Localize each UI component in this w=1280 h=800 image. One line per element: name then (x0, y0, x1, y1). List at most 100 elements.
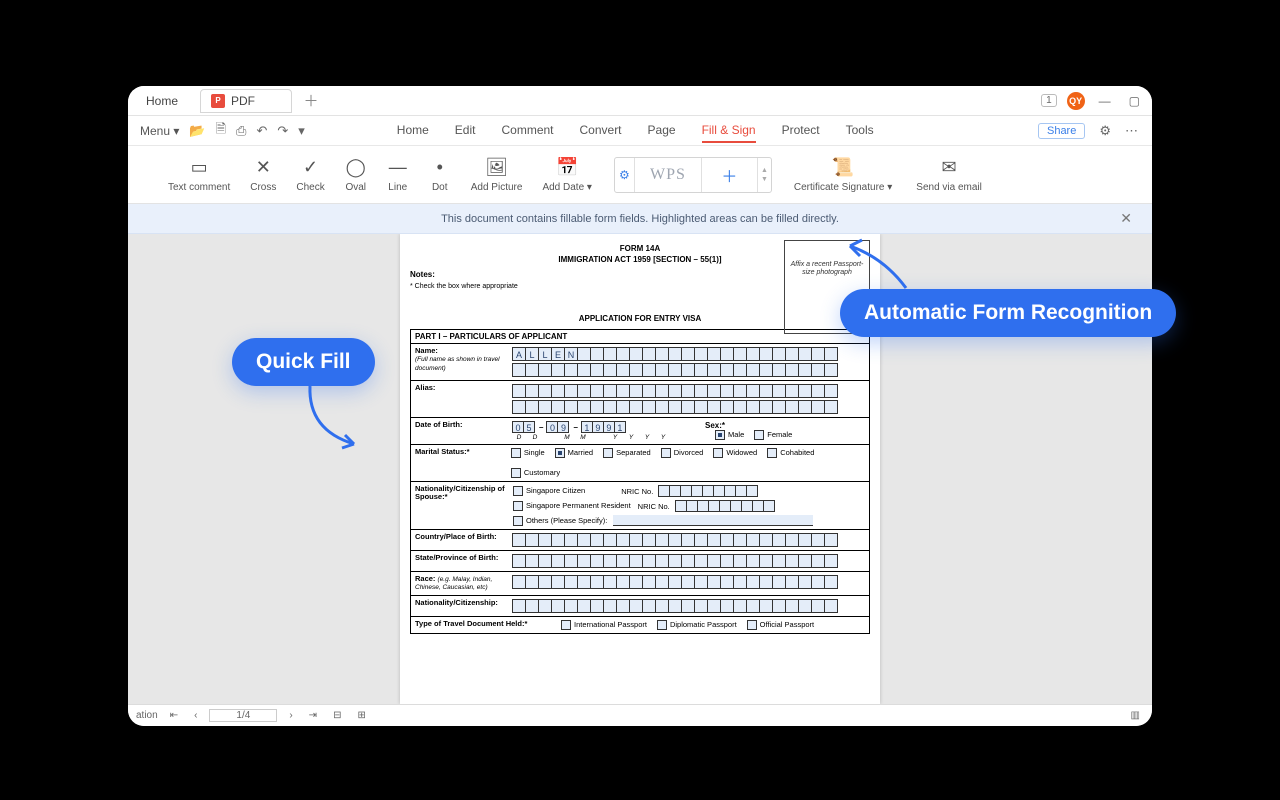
redo-icon[interactable]: ↷ (277, 123, 288, 139)
send-email-label: Send via email (916, 182, 982, 193)
name-label: Name: (Full name as shown in travel docu… (415, 347, 507, 372)
signature-preview: ⚙ WPS ＋ ▲▼ (614, 157, 772, 193)
signature-sample[interactable]: WPS (635, 166, 701, 184)
add-signature-button[interactable]: ＋ (701, 158, 757, 192)
prev-page-icon[interactable]: ‹ (190, 710, 201, 721)
spouse-opt-2[interactable]: Others (Please Specify): (513, 515, 813, 526)
option-customary[interactable]: Customary (511, 468, 560, 478)
ribbon-add-picture[interactable]: 🖼Add Picture (461, 157, 533, 193)
menu-tab-convert[interactable]: Convert (580, 119, 622, 143)
add-tab-button[interactable]: ＋ (300, 90, 322, 111)
menurow: Menu ▾ 📂 🗎 ⎙ ↶ ↷ ▾ Home Edit Comment Conver… (128, 116, 1152, 146)
print-icon[interactable]: ⎙ (236, 123, 246, 139)
close-notice-icon[interactable]: ✕ (1120, 210, 1132, 227)
last-page-icon[interactable]: ⇥ (305, 710, 321, 721)
pdf-page: Affix a recent Passport-size photograph … (400, 234, 880, 704)
status-left: ation (136, 710, 158, 721)
option-cohabited[interactable]: Cohabited (767, 448, 814, 458)
next-page-icon[interactable]: › (285, 710, 296, 721)
alias-field[interactable] (513, 384, 838, 398)
option-international-passport[interactable]: International Passport (561, 620, 647, 630)
menu-tabs: Home Edit Comment Convert Page Fill & Sign Pro… (397, 119, 874, 143)
dob-legend: DD MM YYYY (513, 434, 669, 441)
travel-label: Type of Travel Document Held:* (415, 620, 555, 628)
share-button[interactable]: Share (1038, 123, 1085, 139)
option-widowed[interactable]: Widowed (713, 448, 757, 458)
ribbon-dot[interactable]: •Dot (419, 157, 461, 193)
name-field-2[interactable] (513, 363, 838, 377)
menu-dropdown[interactable]: Menu ▾ (140, 124, 179, 138)
menu-tab-page[interactable]: Page (648, 119, 676, 143)
ribbon-check[interactable]: ✓Check (286, 157, 334, 193)
more-qat-icon[interactable]: ▾ (298, 123, 305, 139)
settings-icon[interactable]: ⚙ (1099, 123, 1111, 139)
option-single[interactable]: Single (511, 448, 545, 458)
app-window: Home P PDF ＋ 1 QY — ▢ Menu ▾ 📂 🗎 ⎙ ↶ ↷ ▾… (128, 86, 1152, 726)
ribbon-text-comment[interactable]: ▭Text comment (158, 157, 240, 193)
maximize-icon[interactable]: ▢ (1125, 94, 1144, 108)
nat-field[interactable] (513, 599, 838, 613)
ribbon-line[interactable]: —Line (377, 157, 419, 193)
minimize-icon[interactable]: — (1095, 94, 1115, 108)
menu-tab-protect[interactable]: Protect (782, 119, 820, 143)
more-icon[interactable]: ⋯ (1125, 123, 1138, 139)
notification-badge[interactable]: 1 (1041, 94, 1057, 107)
spouse-other-field[interactable] (613, 515, 813, 526)
spouse-opt-0[interactable]: Singapore Citizen (513, 486, 585, 496)
menu-tab-tools[interactable]: Tools (846, 119, 874, 143)
ribbon-add-date-[interactable]: 📅Add Date ▾ (532, 157, 602, 193)
cob-field[interactable] (513, 533, 838, 547)
open-icon[interactable]: 📂 (189, 123, 205, 139)
option-diplomatic-passport[interactable]: Diplomatic Passport (657, 620, 737, 630)
nat-label: Nationality/Citizenship: (415, 599, 507, 607)
certificate-signature-label: Certificate Signature ▾ (794, 182, 892, 193)
sex-label: Sex:* (705, 421, 725, 430)
dob-label: Date of Birth: (415, 421, 507, 429)
option-official-passport[interactable]: Official Passport (747, 620, 814, 630)
race-field[interactable] (513, 575, 838, 589)
alias-label: Alias: (415, 384, 507, 392)
option-male[interactable]: Male (715, 430, 744, 440)
zoom-out-icon[interactable]: ⊟ (329, 710, 345, 721)
part-1: PART I – PARTICULARS OF APPLICANT Name: … (410, 329, 870, 634)
tab-home[interactable]: Home (128, 86, 196, 115)
marital-label: Marital Status:* (415, 448, 505, 456)
option-married[interactable]: Married (555, 448, 593, 458)
ribbon-cross[interactable]: ✕Cross (240, 157, 286, 193)
sob-label: State/Province of Birth: (415, 554, 507, 562)
menu-tab-fill-sign[interactable]: Fill & Sign (702, 119, 756, 143)
avatar[interactable]: QY (1067, 92, 1085, 110)
sob-field[interactable] (513, 554, 838, 568)
save-icon[interactable]: 🗎 (216, 120, 226, 142)
first-page-icon[interactable]: ⇤ (166, 710, 182, 721)
page-indicator[interactable]: 1/4 (209, 709, 277, 722)
option-separated[interactable]: Separated (603, 448, 651, 458)
email-icon: ✉ (938, 157, 960, 179)
zoom-in-icon[interactable]: ⊞ (353, 710, 369, 721)
name-field[interactable]: ALLEN (513, 347, 838, 361)
spouse-opt-1[interactable]: Singapore Permanent Resident (513, 501, 631, 511)
marital-options: Single Married Separated Divorced Widowed Coh… (511, 448, 865, 478)
dob-field[interactable]: 05– 09– 1991 (513, 421, 669, 433)
nric-field-1[interactable] (659, 485, 758, 497)
cob-label: Country/Place of Birth: (415, 533, 507, 541)
certificate-signature-button[interactable]: 📜 Certificate Signature ▾ (784, 157, 902, 193)
spouse-label: Nationality/Citizenship of Spouse:* (415, 485, 507, 526)
nric-field-2[interactable] (676, 500, 775, 512)
callout-auto-form: Automatic Form Recognition (840, 289, 1176, 337)
menu-tab-edit[interactable]: Edit (455, 119, 476, 143)
menu-tab-comment[interactable]: Comment (501, 119, 553, 143)
option-divorced[interactable]: Divorced (661, 448, 704, 458)
tab-pdf[interactable]: P PDF (200, 89, 292, 113)
undo-icon[interactable]: ↶ (256, 123, 267, 139)
alias-field-2[interactable] (513, 400, 838, 414)
ribbon-oval[interactable]: ◯Oval (335, 157, 377, 193)
view-mode-icon[interactable]: ▥ (1127, 710, 1144, 721)
signature-stepper[interactable]: ▲▼ (757, 158, 771, 192)
option-female[interactable]: Female (754, 430, 792, 440)
menu-tab-home[interactable]: Home (397, 119, 429, 143)
race-label: Race: (e.g. Malay, Indian, Chinese, Cauc… (415, 575, 507, 592)
form-notice: This document contains fillable form fie… (128, 204, 1152, 234)
send-email-button[interactable]: ✉ Send via email (906, 157, 992, 193)
signature-settings-icon[interactable]: ⚙ (615, 158, 635, 192)
